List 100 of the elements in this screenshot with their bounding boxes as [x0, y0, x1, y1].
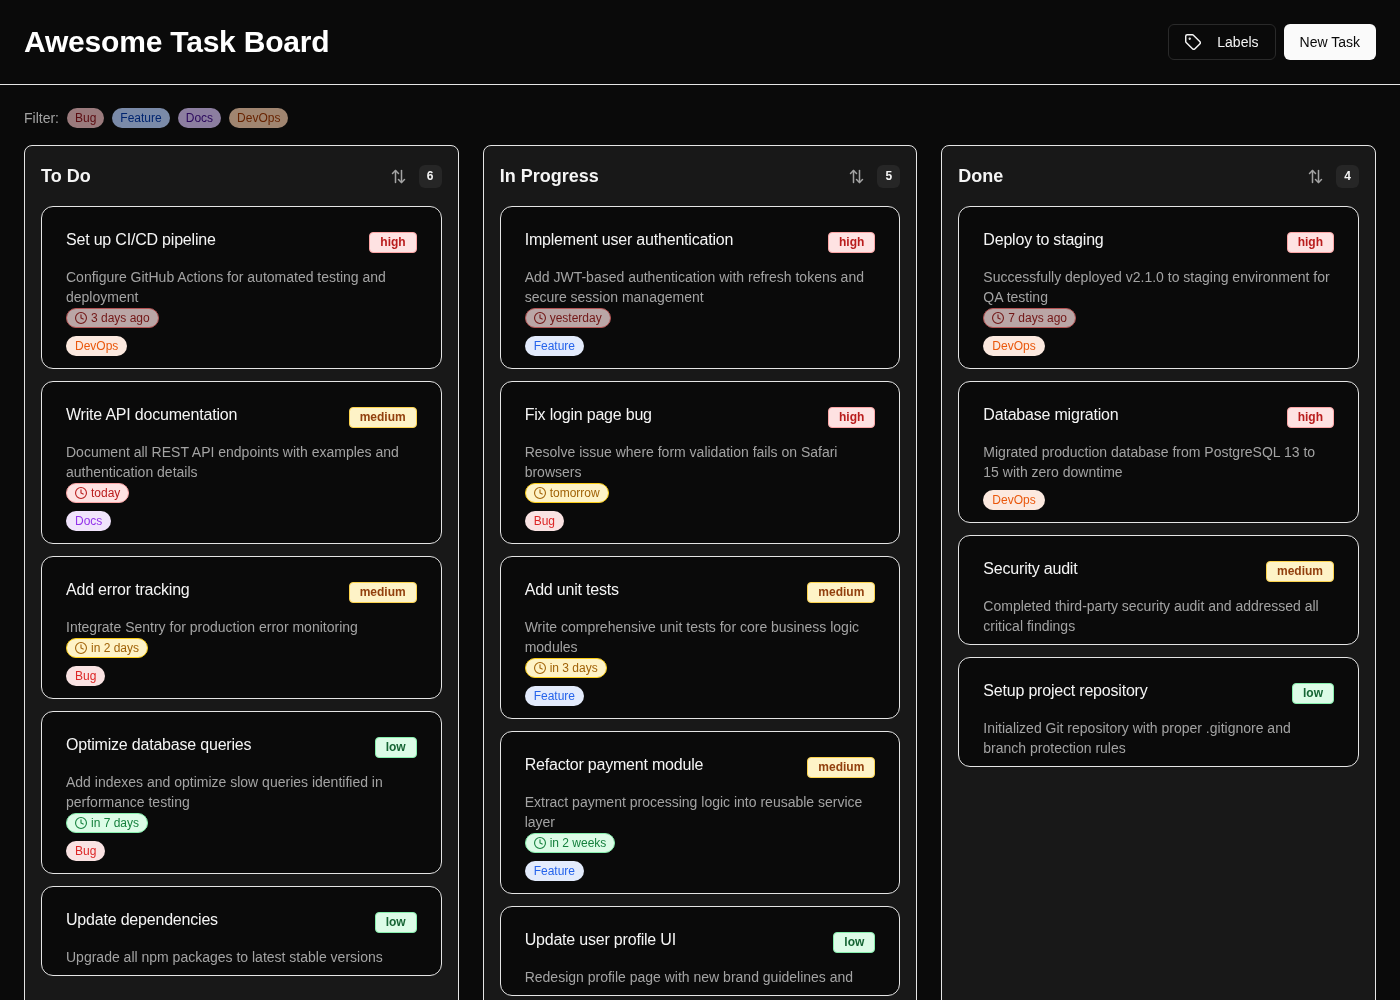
task-title: Refactor payment module [524, 755, 705, 775]
filter-chip[interactable]: Bug [67, 108, 105, 128]
priority-badge: medium [348, 407, 417, 428]
task-title: Setup project repository [983, 681, 1149, 701]
priority-badge: high [828, 407, 876, 428]
task-card[interactable]: Set up CI/CD pipeline high Configure GitHub Actions for automated testing and deployment 3 days ago DevOps [41, 206, 442, 369]
task-title: Update dependencies [66, 910, 219, 930]
due-date-text: in 2 days [91, 640, 140, 657]
app-title: Awesome Task Board [24, 24, 330, 60]
task-title: Add unit tests [524, 580, 620, 600]
task-card[interactable]: Fix login page bug high Resolve issue where form validation fails on Safari browsers tomorrow Bug [499, 381, 901, 544]
task-title: Fix login page bug [524, 405, 653, 425]
task-card[interactable]: Add unit tests medium Write comprehensive unit tests for core business logic modules in 3 days Feature [499, 556, 901, 719]
sort-icon[interactable] [1308, 168, 1323, 184]
task-card[interactable]: Update dependencies low Upgrade all npm packages to latest stable versions [41, 886, 442, 976]
filter-chip[interactable]: Docs [177, 108, 222, 128]
task-description: Resolve issue where form validation fails on Safari browsers [524, 443, 839, 482]
due-date-text: in 7 days [91, 815, 140, 832]
task-card[interactable]: Add error tracking medium Integrate Sentry for production error monitoring in 2 days Bug [41, 556, 442, 699]
secondary-button[interactable]: Labels [1168, 24, 1276, 60]
task-title: Set up CI/CD pipeline [66, 230, 217, 250]
label-tag: DevOps [983, 490, 1045, 510]
task-description: Successfully deployed v2.1.0 to staging environment for QA testing [983, 268, 1331, 307]
priority-badge: medium [1265, 561, 1334, 582]
clock-icon [533, 837, 546, 849]
label-tag: Bug [66, 666, 106, 686]
task-card[interactable]: Implement user authentication high Add JWT-based authentication with refresh tokens and secure session management yesterday Feature [499, 206, 901, 369]
priority-badge: medium [348, 582, 417, 603]
task-card[interactable]: Optimize database queries low Add indexes and optimize slow queries identified in performance testing in 7 days Bug [41, 711, 442, 874]
task-description: Add indexes and optimize slow queries identified in performance testing [66, 773, 384, 812]
label-tag: Feature [524, 686, 584, 706]
priority-badge: low [374, 737, 417, 758]
priority-badge: low [1292, 683, 1334, 704]
sort-icon[interactable] [390, 168, 406, 184]
clock-icon [992, 312, 1005, 324]
clock-icon [533, 312, 546, 324]
due-date-text: 3 days ago [91, 310, 150, 327]
task-title: Add error tracking [66, 580, 191, 600]
due-date-text: tomorrow [549, 485, 600, 502]
task-description: Configure GitHub Actions for automated testing and deployment [66, 268, 387, 307]
task-title: Write API documentation [66, 405, 239, 425]
priority-badge: high [1286, 232, 1334, 253]
clock-icon [75, 817, 87, 829]
due-date-text: in 3 days [549, 660, 598, 677]
task-card[interactable]: Write API documentation medium Document all REST API endpoints with examples and authentication details today Docs [41, 381, 442, 544]
priority-badge: high [1286, 407, 1334, 428]
priority-badge: high [828, 232, 876, 253]
column-title: In Progress [499, 165, 600, 188]
due-date-text: yesterday [549, 310, 602, 327]
sort-icon[interactable] [849, 168, 865, 184]
priority-badge: low [833, 932, 876, 953]
column-title: To Do [41, 165, 92, 188]
task-card[interactable]: Update user profile UI low Redesign profile page with new brand guidelines and [499, 906, 901, 996]
task-card[interactable]: Refactor payment module medium Extract payment processing logic into reusable service layer in 2 weeks Feature [499, 731, 901, 894]
column-title: Done [958, 165, 1005, 188]
due-date-text: 7 days ago [1008, 310, 1068, 327]
task-card[interactable]: Database migration high Migrated production database from PostgreSQL 13 to 15 with zero downtime DevOps [958, 381, 1359, 523]
task-card[interactable]: Deploy to staging high Successfully deployed v2.1.0 to staging environment for QA testing 7 days ago DevOps [958, 206, 1359, 369]
priority-badge: medium [807, 757, 876, 778]
task-title: Deploy to staging [983, 230, 1105, 250]
filter-label: Filter: [24, 110, 59, 126]
task-description: Add JWT-based authentication with refresh tokens and secure session management [524, 268, 865, 307]
label-tag: Docs [66, 511, 112, 531]
primary-button[interactable]: New Task [1283, 24, 1376, 60]
label-tag: Bug [66, 841, 106, 861]
priority-badge: medium [807, 582, 876, 603]
task-title: Update user profile UI [524, 930, 677, 950]
filter-chip[interactable]: Feature [112, 108, 170, 128]
count-badge: 4 [1336, 164, 1359, 188]
clock-icon [75, 312, 87, 324]
task-description: Extract payment processing logic into reusable service layer [524, 793, 864, 832]
task-description: Migrated production database from PostgreSQL 13 to 15 with zero downtime [983, 443, 1317, 482]
task-title: Database migration [983, 405, 1120, 425]
clock-icon [75, 642, 87, 654]
label-tag: Feature [524, 336, 584, 356]
task-description: Completed third-party security audit and addressed all critical findings [983, 597, 1320, 636]
task-description: Redesign profile page with new brand guidelines and [524, 968, 855, 987]
task-card[interactable]: Security audit medium Completed third-party security audit and addressed all critical findings [958, 535, 1359, 645]
task-description: Upgrade all npm packages to latest stable versions [66, 948, 384, 967]
due-date-text: today [91, 485, 121, 502]
task-title: Optimize database queries [66, 735, 253, 755]
task-description: Initialized Git repository with proper .gitignore and branch protection rules [983, 719, 1292, 758]
label-tag: Feature [524, 861, 584, 881]
priority-badge: low [374, 912, 417, 933]
clock-icon [75, 487, 87, 499]
task-title: Implement user authentication [524, 230, 735, 250]
label-tag: DevOps [983, 336, 1045, 356]
due-date-text: in 2 weeks [549, 835, 607, 852]
count-badge: 6 [418, 164, 442, 188]
task-card[interactable]: Setup project repository low Initialized Git repository with proper .gitignore and branch protection rules [958, 657, 1359, 767]
count-badge: 5 [877, 164, 901, 188]
task-description: Write comprehensive unit tests for core business logic modules [524, 618, 860, 657]
clock-icon [533, 662, 546, 674]
task-description: Integrate Sentry for production error monitoring [66, 618, 359, 637]
tag-icon [1185, 34, 1202, 50]
task-description: Document all REST API endpoints with examples and authentication details [66, 443, 400, 482]
task-title: Security audit [983, 559, 1079, 579]
clock-icon [533, 487, 546, 499]
priority-badge: high [369, 232, 417, 253]
label-tag: DevOps [66, 336, 128, 356]
